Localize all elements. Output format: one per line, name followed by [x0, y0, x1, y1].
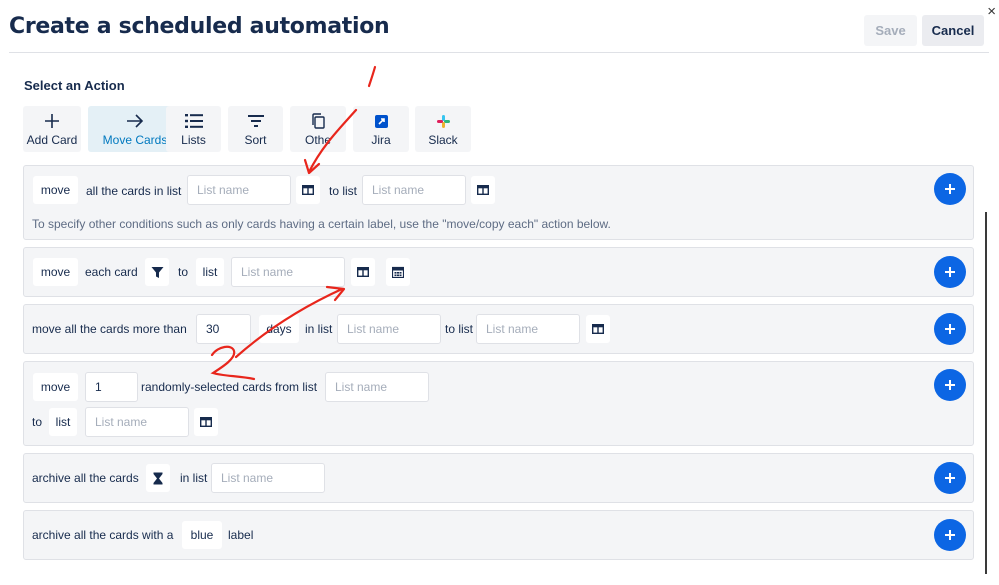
- jira-icon: [374, 111, 388, 131]
- add-action-button[interactable]: [934, 173, 966, 205]
- plus-icon: [44, 111, 60, 131]
- list-name-input[interactable]: List name: [187, 175, 291, 205]
- cancel-button[interactable]: Cancel: [922, 15, 984, 46]
- row-text: to list: [445, 322, 474, 336]
- days-input[interactable]: 30: [196, 314, 251, 344]
- plus-icon: [945, 184, 955, 194]
- arrow-right-icon: [126, 111, 144, 131]
- close-icon[interactable]: ×: [987, 4, 996, 19]
- row-text: to: [178, 265, 189, 279]
- row-text: to: [32, 415, 43, 429]
- board-picker-icon[interactable]: [296, 176, 320, 204]
- board-picker-icon[interactable]: [586, 315, 610, 343]
- days-chip[interactable]: days: [259, 315, 299, 343]
- slack-icon: [436, 111, 450, 131]
- count-input[interactable]: 1: [85, 372, 138, 402]
- board-picker-icon[interactable]: [351, 258, 375, 286]
- tab-add-card[interactable]: Add Card: [23, 106, 81, 152]
- sort-icon: [247, 111, 265, 131]
- scrollbar[interactable]: [985, 212, 987, 574]
- copy-icon: [311, 111, 325, 131]
- action-row-move-older: move all the cards more than 30 days in …: [23, 304, 974, 354]
- row-text: each card: [85, 265, 138, 279]
- plus-icon: [945, 267, 955, 277]
- action-row-move-random: move 1 randomly-selected cards from list…: [23, 361, 974, 446]
- tab-lists[interactable]: Lists: [166, 106, 221, 152]
- calendar-icon[interactable]: [386, 258, 410, 286]
- move-chip[interactable]: move: [33, 176, 78, 204]
- list-name-input[interactable]: List name: [85, 407, 189, 437]
- list-name-input[interactable]: List name: [231, 257, 345, 287]
- board-picker-icon[interactable]: [471, 176, 495, 204]
- action-row-archive-older: archive all the cards in list List name: [23, 453, 974, 503]
- row-text: all the cards in list: [86, 184, 182, 198]
- hourglass-icon[interactable]: [146, 464, 170, 492]
- action-row-move-each: move each card to list List name: [23, 247, 974, 297]
- move-chip[interactable]: move: [33, 258, 78, 286]
- annotation-1-stroke: [367, 65, 377, 88]
- tab-jira[interactable]: Jira: [353, 106, 409, 152]
- tab-other[interactable]: Othe: [290, 106, 346, 152]
- list-icon: [184, 111, 203, 131]
- tab-label: Move Cards: [102, 133, 168, 147]
- action-row-archive-label: archive all the cards with a blue label: [23, 510, 974, 560]
- list-name-input[interactable]: List name: [211, 463, 325, 493]
- tab-label: Lists: [181, 133, 206, 147]
- label-color-chip[interactable]: blue: [182, 521, 222, 549]
- tab-label: Sort: [244, 133, 267, 147]
- tab-sort[interactable]: Sort: [228, 106, 283, 152]
- row-text: in list: [305, 322, 333, 336]
- save-button[interactable]: Save: [864, 15, 917, 46]
- add-action-button[interactable]: [934, 256, 966, 288]
- add-action-button[interactable]: [934, 369, 966, 401]
- list-chip[interactable]: list: [196, 258, 224, 286]
- row-text: randomly-selected cards from list: [141, 380, 318, 394]
- add-action-button[interactable]: [934, 519, 966, 551]
- tab-label: Othe: [304, 133, 331, 147]
- plus-icon: [945, 473, 955, 483]
- list-name-input[interactable]: List name: [362, 175, 466, 205]
- dialog-title: Create a scheduled automation: [9, 14, 390, 39]
- filter-icon[interactable]: [145, 258, 169, 286]
- tab-label: Jira: [371, 133, 391, 147]
- add-action-button[interactable]: [934, 313, 966, 345]
- row-text: archive all the cards: [32, 471, 139, 485]
- list-name-input[interactable]: List name: [337, 314, 441, 344]
- add-action-button[interactable]: [934, 462, 966, 494]
- plus-icon: [945, 380, 955, 390]
- row-text: label: [228, 528, 254, 542]
- list-chip[interactable]: list: [49, 408, 77, 436]
- action-row-move-all: move all the cards in list List name to …: [23, 165, 974, 240]
- hint-text: To specify other conditions such as only…: [32, 217, 611, 231]
- section-label: Select an Action: [24, 78, 125, 93]
- list-name-input[interactable]: List name: [476, 314, 580, 344]
- board-picker-icon[interactable]: [194, 408, 218, 436]
- plus-icon: [945, 324, 955, 334]
- row-text: archive all the cards with a: [32, 528, 174, 542]
- header-divider: [9, 52, 989, 53]
- tab-slack[interactable]: Slack: [415, 106, 471, 152]
- list-name-input[interactable]: List name: [325, 372, 429, 402]
- tab-label: Add Card: [26, 133, 78, 147]
- tab-label: Slack: [428, 133, 458, 147]
- move-chip[interactable]: move: [33, 373, 78, 401]
- row-text: to list: [329, 184, 358, 198]
- plus-icon: [945, 530, 955, 540]
- row-text: move all the cards more than: [32, 322, 187, 336]
- row-text: in list: [180, 471, 208, 485]
